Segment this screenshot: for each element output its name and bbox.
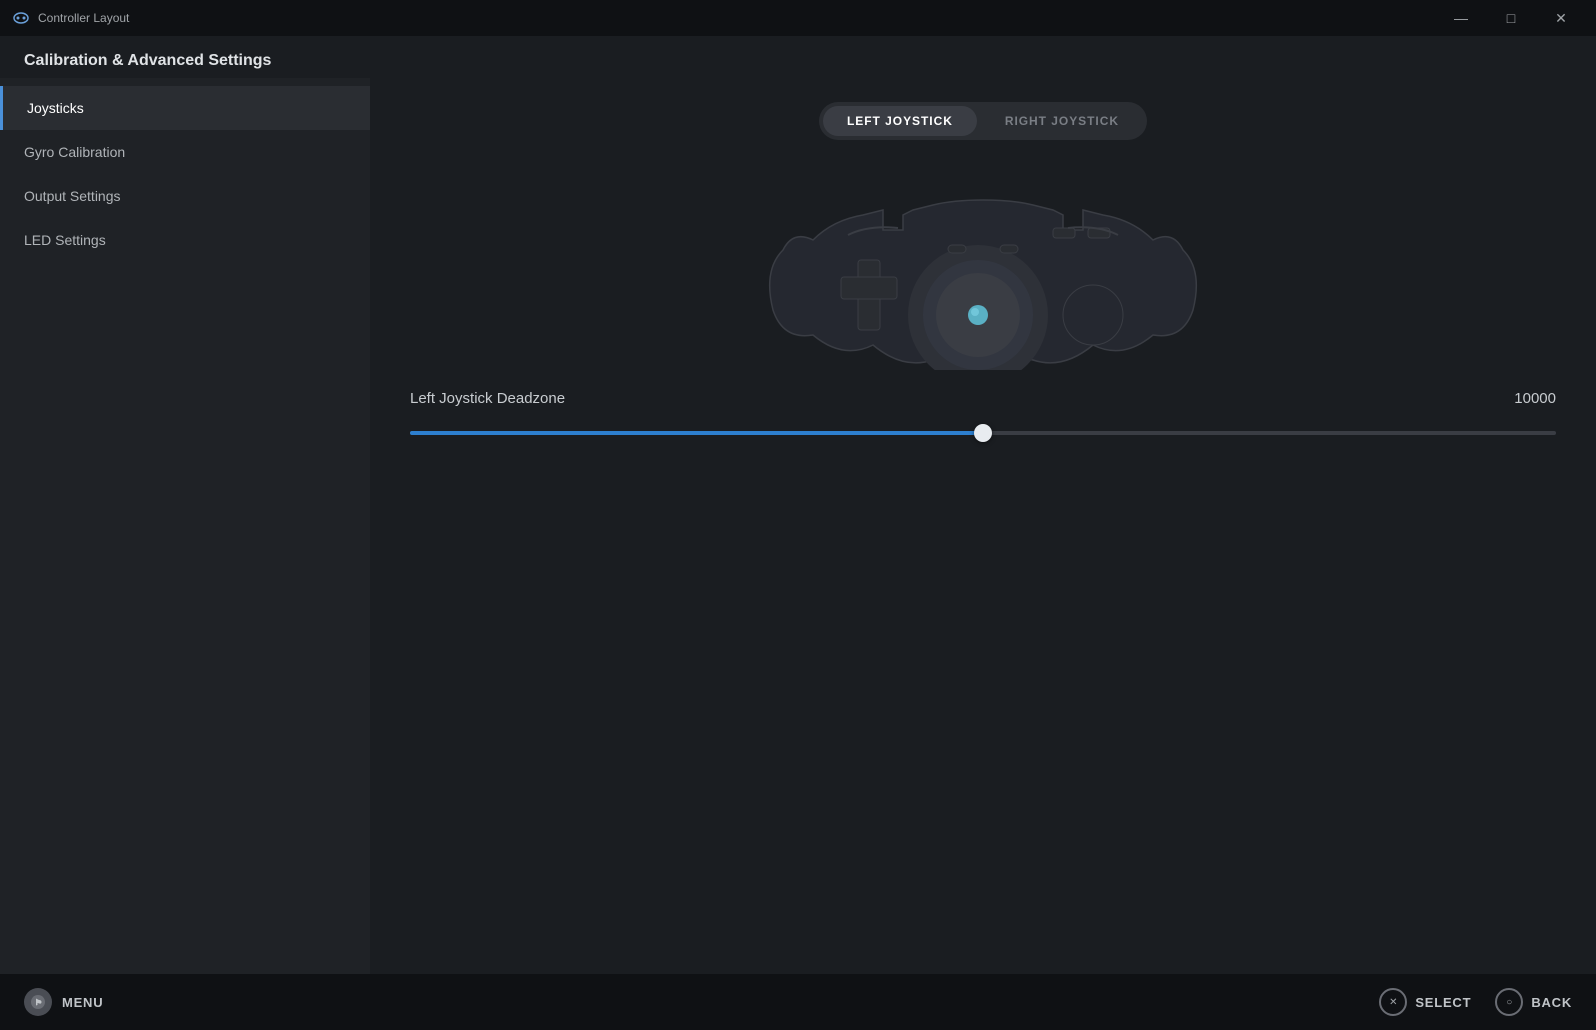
back-icon: ○	[1495, 988, 1523, 1016]
controller-svg	[753, 160, 1213, 370]
bottom-right: ✕ SELECT ○ BACK	[1379, 988, 1572, 1016]
deadzone-section: Left Joystick Deadzone 10000	[410, 390, 1556, 443]
select-label: SELECT	[1415, 995, 1471, 1010]
sidebar-item-led-settings[interactable]: LED Settings	[0, 218, 370, 262]
bottom-left: MENU	[24, 988, 103, 1016]
title-bar-left: Controller Layout	[12, 9, 129, 27]
sidebar-item-joysticks[interactable]: Joysticks	[0, 86, 370, 130]
deadzone-value: 10000	[1514, 390, 1556, 407]
tab-left-joystick[interactable]: LEFT JOYSTICK	[823, 106, 977, 136]
menu-label: MENU	[62, 995, 103, 1010]
ps-icon	[24, 988, 52, 1016]
sidebar-item-output-settings[interactable]: Output Settings	[0, 174, 370, 218]
app-icon	[12, 9, 30, 27]
title-bar-controls: — □ ✕	[1438, 2, 1584, 34]
deadzone-header: Left Joystick Deadzone 10000	[410, 390, 1556, 407]
deadzone-label: Left Joystick Deadzone	[410, 390, 565, 407]
sidebar-item-gyro-calibration[interactable]: Gyro Calibration	[0, 130, 370, 174]
bottom-bar: MENU ✕ SELECT ○ BACK	[0, 974, 1596, 1030]
window-title: Controller Layout	[38, 11, 129, 25]
tab-switcher: LEFT JOYSTICK RIGHT JOYSTICK	[819, 102, 1147, 140]
main-content: LEFT JOYSTICK RIGHT JOYSTICK	[370, 78, 1596, 974]
controller-visualization	[410, 160, 1556, 370]
maximize-button[interactable]: □	[1488, 2, 1534, 34]
sidebar: Joysticks Gyro Calibration Output Settin…	[0, 78, 370, 974]
back-label: BACK	[1531, 995, 1572, 1010]
title-bar: Controller Layout — □ ✕	[0, 0, 1596, 36]
deadzone-slider-container	[410, 423, 1556, 443]
close-button[interactable]: ✕	[1538, 2, 1584, 34]
select-icon: ✕	[1379, 988, 1407, 1016]
minimize-button[interactable]: —	[1438, 2, 1484, 34]
tab-right-joystick[interactable]: RIGHT JOYSTICK	[981, 106, 1143, 136]
back-action: ○ BACK	[1495, 988, 1572, 1016]
content-area: Joysticks Gyro Calibration Output Settin…	[0, 78, 1596, 974]
select-action: ✕ SELECT	[1379, 988, 1471, 1016]
app-container: Calibration & Advanced Settings Joystick…	[0, 36, 1596, 1030]
page-title: Calibration & Advanced Settings	[0, 36, 1596, 78]
